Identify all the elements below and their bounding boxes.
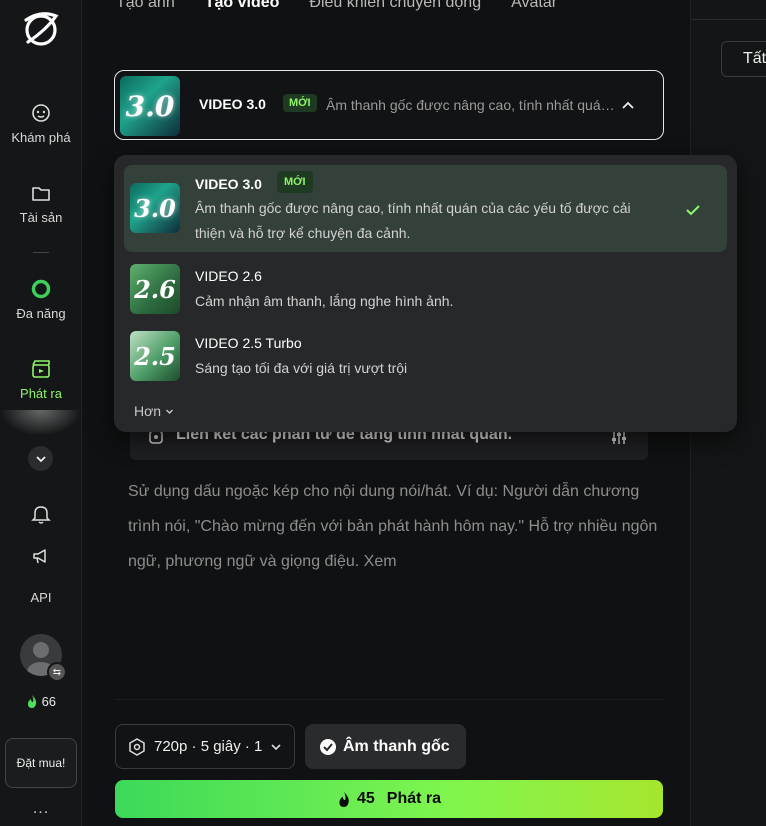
generate-cost: 45 [356, 790, 375, 807]
model-thumbnail: 2.5 [130, 331, 180, 381]
chevron-up-icon [622, 101, 634, 109]
new-badge: MỚI [283, 94, 317, 112]
more-label: Hơn [134, 403, 162, 419]
video-settings-label: 720p · 5 giây · 1 [154, 738, 263, 755]
hexagon-settings-icon [129, 737, 145, 756]
bell-icon [31, 506, 51, 524]
tab-image[interactable]: Tạo ảnh [116, 0, 175, 16]
ring-icon [31, 279, 51, 299]
chevron-down-icon [271, 743, 281, 750]
filter-tab-all[interactable]: Tất [721, 41, 766, 77]
check-circle-icon [320, 738, 336, 755]
expand-menu-button[interactable] [28, 446, 53, 471]
model-thumbnail: 3.0 [130, 183, 180, 233]
model-option-video-3-0[interactable]: 3.0 VIDEO 3.0 MỚI Âm thanh gốc được nâng… [124, 165, 727, 252]
option-description: Sáng tạo tối đa với giá trị vượt trội [195, 360, 408, 376]
sidebar: Khám phá Tài sản Đa năng Phát ra API ⇆ 6… [0, 0, 82, 826]
sidebar-item-label: Tài sản [19, 210, 63, 225]
option-description-line: Âm thanh gốc được nâng cao, tính nhất qu… [195, 200, 631, 216]
sidebar-item-multipurpose[interactable]: Đa năng [0, 278, 82, 321]
buy-label: Đặt mua! [16, 756, 66, 770]
video-settings-button[interactable]: 720p · 5 giây · 1 [115, 724, 295, 769]
folder-icon [32, 187, 50, 201]
option-description: Cảm nhận âm thanh, lắng nghe hình ảnh. [195, 293, 454, 309]
model-option-video-2-6[interactable]: 2.6 VIDEO 2.6 Cảm nhận âm thanh, lắng ng… [124, 259, 727, 321]
more-models-button[interactable]: Hơn [134, 403, 174, 419]
model-thumbnail: 3.0 [120, 76, 180, 136]
tab-avatar[interactable]: Avatar [511, 0, 557, 16]
sidebar-item-label: Khám phá [11, 130, 71, 145]
native-audio-label: Âm thanh gốc [343, 737, 450, 755]
announcements-button[interactable] [0, 545, 82, 573]
model-title: VIDEO 3.0 [199, 96, 266, 112]
tab-bar: Tạo ảnh Tạo video Điều khiển chuyển động… [116, 0, 557, 16]
active-glow [0, 410, 82, 436]
option-description: Âm thanh gốc được nâng cao, tính nhất qu… [195, 196, 631, 246]
notifications-button[interactable] [0, 503, 82, 531]
generate-button[interactable]: 45 Phát ra [115, 780, 663, 818]
sidebar-item-generate[interactable]: Phát ra [0, 358, 82, 401]
chevron-down-icon [35, 455, 46, 462]
option-title: VIDEO 3.0 [195, 176, 262, 192]
native-audio-toggle[interactable]: Âm thanh gốc [305, 724, 466, 769]
more-options-icon[interactable]: ... [0, 800, 82, 818]
credits-display: 66 [0, 694, 82, 709]
tab-motion-control[interactable]: Điều khiển chuyển động [309, 0, 481, 16]
explore-icon [32, 104, 50, 122]
megaphone-icon [33, 549, 46, 564]
check-icon [686, 205, 700, 216]
model-description: Âm thanh gốc được nâng cao, tính nhất qu… [326, 97, 616, 113]
api-label: API [30, 590, 52, 605]
sidebar-item-label: Đa năng [16, 306, 66, 321]
sidebar-item-explore[interactable]: Khám phá [0, 102, 82, 145]
sidebar-item-assets[interactable]: Tài sản [0, 182, 82, 225]
new-badge: MỚI [277, 171, 313, 193]
buy-button[interactable]: Đặt mua! [5, 738, 77, 788]
flame-icon [27, 695, 37, 708]
prompt-placeholder[interactable]: Sử dụng dấu ngoặc kép cho nội dung nói/h… [128, 474, 658, 579]
chevron-down-icon [165, 409, 173, 414]
flame-icon [339, 791, 349, 807]
right-panel-header [691, 0, 766, 20]
model-option-video-2-5-turbo[interactable]: 2.5 VIDEO 2.5 Turbo Sáng tạo tối đa với … [124, 326, 727, 388]
option-title: VIDEO 2.5 Turbo [195, 335, 302, 351]
model-dropdown: 3.0 VIDEO 3.0 MỚI Âm thanh gốc được nâng… [114, 155, 737, 432]
tab-video[interactable]: Tạo video [205, 0, 280, 16]
app-logo-icon[interactable] [20, 8, 62, 50]
option-title: VIDEO 2.6 [195, 268, 262, 284]
api-link[interactable]: API [0, 590, 82, 605]
switch-account-icon[interactable]: ⇆ [47, 662, 67, 682]
credits-value: 66 [41, 694, 57, 709]
generate-label: Phát ra [386, 790, 442, 807]
clapper-icon [32, 360, 50, 378]
model-thumbnail: 2.6 [130, 264, 180, 314]
option-description-line: thiện và hỗ trợ kể chuyện đa cảnh. [195, 225, 411, 241]
sidebar-item-label: Phát ra [20, 386, 62, 401]
sidebar-divider [33, 252, 49, 253]
model-selector[interactable]: 3.0 VIDEO 3.0 MỚI Âm thanh gốc được nâng… [114, 70, 664, 140]
